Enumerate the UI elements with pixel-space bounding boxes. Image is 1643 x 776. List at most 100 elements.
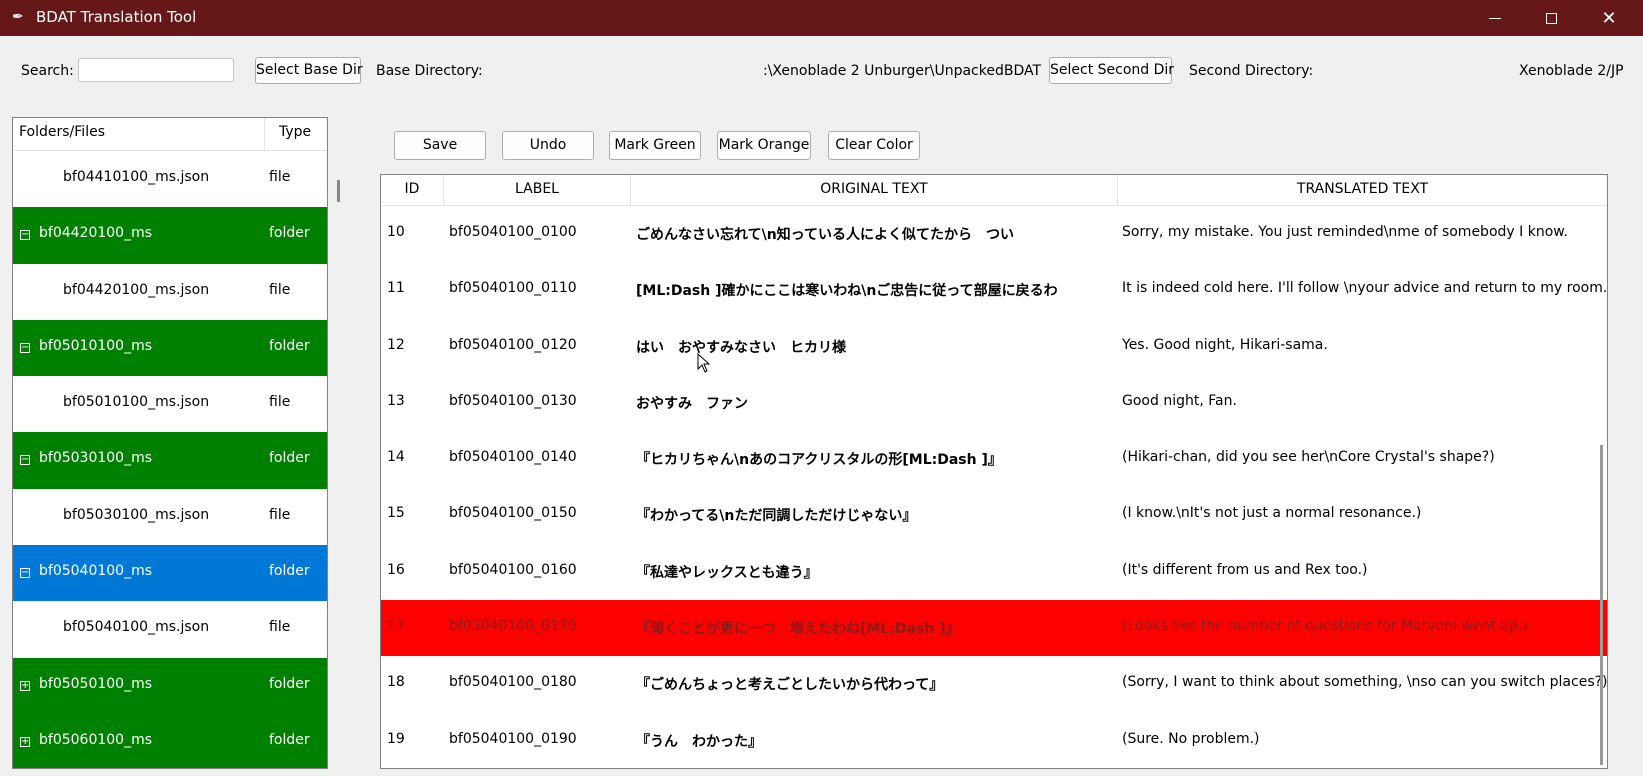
tree-item-name: bf05060100_ms: [39, 731, 153, 748]
table-row[interactable]: 16 bf05040100_0160 『私達やレックスとも違う』 (It's diff…: [381, 544, 1607, 600]
window-title: BDAT Translation Tool: [36, 8, 197, 26]
tree-item-name: bf05010100_ms.json: [63, 394, 210, 411]
column-header-label[interactable]: LABEL: [444, 181, 630, 197]
feather-icon: ✒: [12, 9, 24, 25]
tree-header: Folders/Files Type: [13, 118, 327, 151]
cell-translated-text: It is indeed cold here. I'll follow \nyo…: [1122, 280, 1608, 297]
cell-id: 17: [387, 618, 405, 635]
table-row[interactable]: 18 bf05040100_0180 『ごめんちょっと考えごとしたいから代わって』 (…: [381, 656, 1607, 712]
cell-label: bf05040100_0120: [449, 336, 577, 353]
tree-rows: bf04410100_ms.json file − bf04420100_ms fold…: [13, 151, 327, 768]
cell-translated-text: (I know.\nIt's not just a normal resonan…: [1122, 505, 1422, 522]
cell-translated-text: (It's different from us and Rex too.): [1122, 561, 1368, 578]
save-button[interactable]: Save: [394, 131, 486, 160]
select-second-dir-button[interactable]: Select Second Dir: [1049, 57, 1174, 84]
cell-original-text: 『聞くことが更に一つ 増えたわね[ML:Dash ]』: [636, 621, 960, 638]
cell-label: bf05040100_0160: [449, 561, 577, 578]
mouse-cursor-icon: [697, 353, 711, 373]
tree-item-name: bf05030100_ms: [39, 450, 153, 467]
tree-item-name: bf05040100_ms.json: [63, 619, 210, 636]
cell-id: 14: [387, 449, 405, 466]
clear-color-button[interactable]: Clear Color: [828, 131, 920, 160]
cell-translated-text: (Sure. No problem.): [1122, 730, 1260, 747]
tree-item-type: file: [269, 281, 291, 298]
close-button[interactable]: ✕: [1585, 0, 1633, 36]
cell-id: 15: [387, 505, 405, 522]
tree-item-type: folder: [269, 675, 310, 692]
tree-folder-row[interactable]: − bf05010100_ms folder: [13, 319, 327, 377]
tree-folder-row[interactable]: + bf05060100_ms folder: [13, 713, 327, 768]
table-row[interactable]: 11 bf05040100_0110 [ML:Dash ]確かにここは寒いわね\nご…: [381, 262, 1607, 318]
cell-label: bf05040100_0130: [449, 392, 577, 409]
tree-header-type[interactable]: Type: [279, 124, 311, 140]
tree-folder-row[interactable]: + bf05050100_ms folder: [13, 657, 327, 714]
collapse-icon[interactable]: −: [20, 455, 30, 466]
table-scrollbar-thumb[interactable]: [1600, 445, 1603, 765]
table-row[interactable]: 14 bf05040100_0140 『ヒカリちゃん\nあのコアクリスタルの形[ML…: [381, 431, 1607, 487]
tree-scrollbar-thumb[interactable]: [337, 180, 340, 202]
cell-id: 19: [387, 730, 405, 747]
base-directory-value: :\Xenoblade 2 Unburger\UnpackedBDAT: [763, 63, 1042, 79]
cell-label: bf05040100_0110: [449, 280, 577, 297]
tree-item-type: file: [269, 169, 291, 185]
base-directory-label: Base Directory:: [376, 63, 483, 79]
cell-label: bf05040100_0140: [449, 449, 577, 466]
expand-icon[interactable]: +: [20, 736, 30, 747]
table-row[interactable]: 12 bf05040100_0120 はい おやすみなさい ヒカリ様 Yes. Goo…: [381, 319, 1607, 375]
maximize-button[interactable]: [1527, 0, 1575, 36]
collapse-icon[interactable]: −: [20, 230, 30, 241]
cell-translated-text: Sorry, my mistake. You just reminded\nme…: [1122, 224, 1568, 240]
tree-file-row[interactable]: bf04420100_ms.json file: [13, 264, 327, 320]
select-base-dir-button[interactable]: Select Base Dir: [255, 57, 363, 84]
cell-translated-text: Yes. Good night, Hikari-sama.: [1122, 336, 1328, 353]
collapse-icon[interactable]: −: [20, 568, 30, 579]
tree-file-row[interactable]: bf05030100_ms.json file: [13, 489, 327, 545]
maximize-icon: [1545, 12, 1557, 24]
cell-label: bf05040100_0180: [449, 674, 577, 691]
tree-folder-row[interactable]: − bf04420100_ms folder: [13, 207, 327, 264]
tree-item-name: bf05030100_ms.json: [63, 506, 210, 523]
cell-original-text: 『ヒカリちゃん\nあのコアクリスタルの形[ML:Dash ]』: [636, 452, 1002, 469]
tree-item-type: file: [269, 394, 291, 411]
tree-item-type: folder: [269, 225, 310, 242]
translation-table[interactable]: ID LABEL ORIGINAL TEXT TRANSLATED TEXT 1…: [380, 174, 1608, 769]
tree-item-name: bf04420100_ms.json: [63, 281, 210, 298]
tree-file-row[interactable]: bf05040100_ms.json file: [13, 601, 327, 657]
mark-orange-button[interactable]: Mark Orange: [717, 131, 811, 160]
tree-file-row[interactable]: bf04410100_ms.json file: [13, 151, 327, 207]
cell-id: 13: [387, 392, 405, 409]
cell-translated-text: (Looks like the number of questions for …: [1122, 618, 1528, 635]
minimize-button[interactable]: [1471, 0, 1519, 36]
cell-id: 12: [387, 336, 405, 353]
tree-header-folders-files[interactable]: Folders/Files: [19, 124, 105, 140]
column-header-id[interactable]: ID: [381, 181, 443, 197]
table-row[interactable]: 17 bf05040100_0170 『聞くことが更に一つ 増えたわね[ML:Das…: [381, 600, 1607, 657]
cell-id: 18: [387, 674, 405, 691]
column-header-original-text[interactable]: ORIGINAL TEXT: [631, 181, 1117, 197]
tree-item-type: folder: [269, 337, 310, 354]
table-row[interactable]: 19 bf05040100_0190 『うん わかった』 (Sure. No prob…: [381, 713, 1607, 768]
tree-header-divider[interactable]: [264, 118, 265, 150]
cell-id: 11: [387, 280, 405, 297]
close-icon: ✕: [1601, 7, 1617, 29]
tree-folder-row[interactable]: − bf05030100_ms folder: [13, 432, 327, 489]
expand-icon[interactable]: +: [20, 680, 30, 691]
cell-original-text: 『わかってる\nただ同調しただけじゃない』: [636, 508, 917, 525]
search-input[interactable]: [78, 58, 234, 82]
tree-item-type: folder: [269, 450, 310, 467]
table-row[interactable]: 10 bf05040100_0100 ごめんなさい忘れて\n知っている人によく似てた…: [381, 206, 1607, 262]
mark-green-button[interactable]: Mark Green: [609, 131, 701, 160]
undo-button[interactable]: Undo: [502, 131, 594, 160]
cell-original-text: [ML:Dash ]確かにここは寒いわね\nご忠告に従って部屋に戻るわ: [636, 283, 1058, 300]
column-header-translated-text[interactable]: TRANSLATED TEXT: [1118, 181, 1607, 197]
cell-original-text: はい おやすみなさい ヒカリ様: [636, 339, 846, 356]
tree-file-row[interactable]: bf05010100_ms.json file: [13, 376, 327, 432]
collapse-icon[interactable]: −: [20, 342, 30, 353]
table-body: 10 bf05040100_0100 ごめんなさい忘れて\n知っている人によく似てた…: [381, 206, 1607, 768]
table-row[interactable]: 15 bf05040100_0150 『わかってる\nただ同調しただけじゃない』 (I…: [381, 487, 1607, 543]
file-tree[interactable]: Folders/Files Type bf04410100_ms.json fil…: [12, 117, 328, 769]
tree-item-type: folder: [269, 731, 310, 748]
table-row[interactable]: 13 bf05040100_0130 おやすみ ファン Good night, Fan…: [381, 375, 1607, 431]
cell-original-text: おやすみ ファン: [636, 395, 748, 412]
tree-folder-row[interactable]: − bf05040100_ms folder: [13, 545, 327, 602]
